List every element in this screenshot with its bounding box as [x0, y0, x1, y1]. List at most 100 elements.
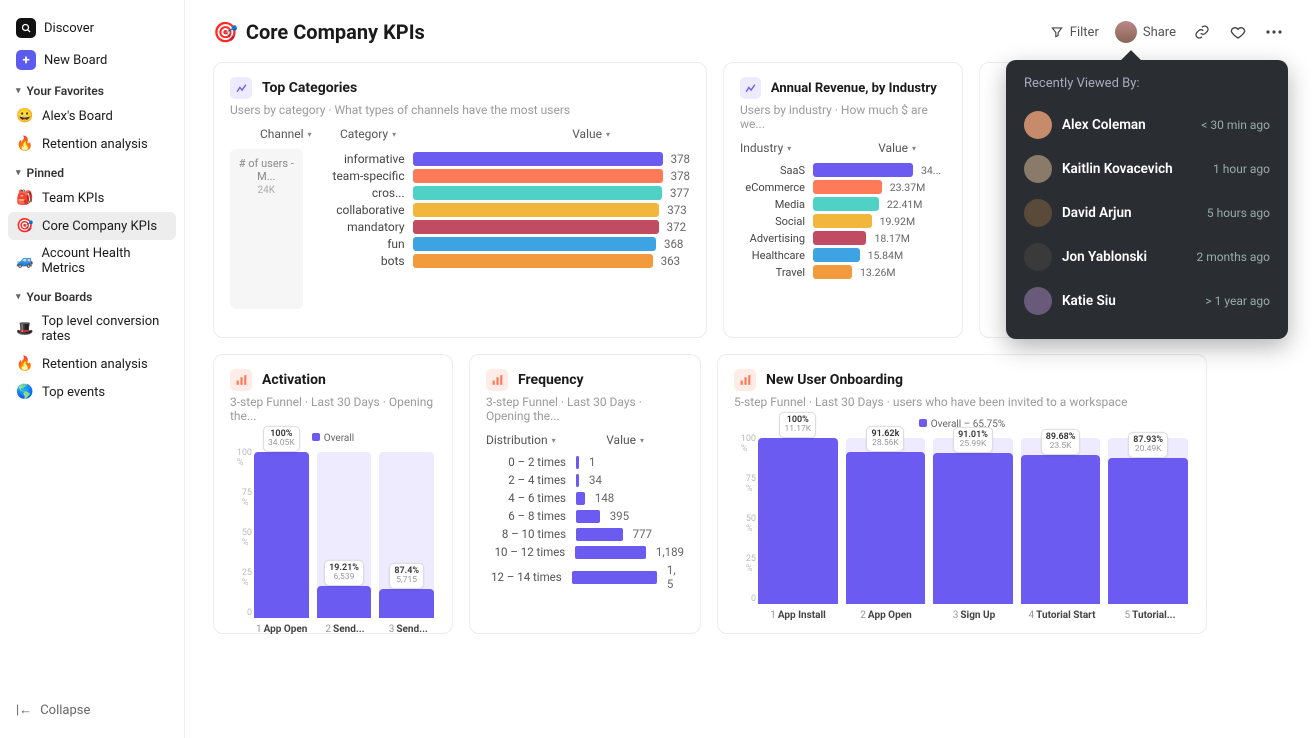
viewer-time: 1 hour ago [1213, 162, 1270, 176]
card-title: Annual Revenue, by Industry [771, 81, 946, 96]
bar-value: 34... [921, 164, 941, 177]
heart-icon[interactable] [1228, 22, 1248, 42]
bar-value: 148 [595, 491, 614, 505]
bar [576, 456, 579, 469]
funnel-bar: 91.01%25.99K [933, 438, 1013, 604]
favorites-header[interactable]: ▾Your Favorites [8, 76, 176, 102]
bar-row: 6 – 8 times395 [486, 509, 684, 523]
bar-label: mandatory [315, 220, 405, 234]
bar-value: 22.41M [887, 198, 923, 211]
plus-icon: + [16, 50, 36, 70]
item-emoji: 🌎 [16, 384, 34, 400]
title-text: Core Company KPIs [246, 20, 425, 44]
favorites-header-label: Your Favorites [27, 84, 104, 98]
col-category-label: Category [340, 127, 388, 141]
col-value[interactable]: Value▾ [572, 127, 610, 141]
col-distribution[interactable]: Distribution▾ [486, 433, 556, 447]
funnel-xlabel: 2App Open [846, 610, 926, 621]
bar [576, 474, 579, 487]
sidebar-item[interactable]: 😀Alex's Board [8, 102, 176, 130]
bar-row: team-specific378 [315, 169, 690, 183]
col-value[interactable]: Value▾ [878, 141, 916, 155]
bar-label: Social [740, 215, 805, 228]
share-button[interactable]: Share [1115, 21, 1176, 43]
bar-row: 8 – 10 times777 [486, 527, 684, 541]
sidebar-item[interactable]: 🌎 Top events [8, 378, 176, 406]
sidebar-new-board[interactable]: + New Board [8, 44, 176, 76]
chart-icon [230, 77, 252, 99]
sidebar-new-board-label: New Board [44, 53, 107, 68]
funnel-xlabel: 3Sign Up [934, 610, 1014, 621]
bar [813, 265, 852, 279]
boards-header-label: Your Boards [27, 290, 93, 304]
link-icon[interactable] [1192, 22, 1212, 42]
bar [576, 528, 623, 541]
card-title: Top Categories [262, 80, 357, 96]
funnel-xlabel: 4Tutorial Start [1022, 610, 1102, 621]
boards-header[interactable]: ▾ Your Boards [8, 282, 176, 308]
col-value[interactable]: Value▾ [606, 433, 644, 447]
col-industry[interactable]: Industry▾ [740, 141, 791, 155]
viewer-row[interactable]: David Arjun5 hours ago [1024, 191, 1270, 235]
bar-row: bots363 [315, 254, 690, 268]
viewer-row[interactable]: Kaitlin Kovacevich 1 hour ago [1024, 147, 1270, 191]
bar-label: Healthcare [740, 249, 805, 262]
bar [572, 571, 657, 584]
bar-row: 2 – 4 times 34 [486, 473, 684, 487]
bar-value: 23.37M [890, 181, 926, 194]
viewer-name: David Arjun [1062, 205, 1197, 221]
bar-label: 2 – 4 times [486, 473, 566, 487]
bar-row: 12 – 14 times1, 5 [486, 563, 684, 591]
col-channel[interactable]: Channel▾ [260, 127, 330, 141]
bar-value: 372 [667, 220, 686, 234]
collapse-label: Collapse [40, 703, 90, 718]
discover-icon [16, 18, 36, 38]
bar-label: 10 – 12 times [486, 545, 565, 559]
sidebar-item[interactable]: 🔥Retention analysis [8, 130, 176, 158]
card-frequency: Frequency 3-step Funnel · Last 30 Days ·… [469, 354, 701, 634]
chevron-down-icon: ▾ [392, 130, 396, 139]
channel-sidebox[interactable]: # of users - M... 24K [230, 149, 303, 309]
header-row: 🎯 Core Company KPIs Filter Share [213, 20, 1284, 44]
bar-value: 15.84M [868, 249, 904, 262]
page-title: 🎯 Core Company KPIs [213, 20, 425, 44]
chevron-down-icon: ▾ [16, 292, 21, 302]
sidebar-item[interactable]: 🎩Top level conversion rates [8, 308, 176, 350]
filter-button[interactable]: Filter [1050, 25, 1099, 40]
bar-value: 34 [589, 473, 602, 487]
sidebar-item[interactable]: 🔥 Retention analysis [8, 350, 176, 378]
bar-value: 19.92M [880, 215, 916, 228]
collapse-sidebar[interactable]: |← Collapse [8, 694, 176, 726]
bar-value: 13.26M [860, 266, 896, 279]
bar [413, 254, 653, 268]
sidebar-item[interactable]: 🎒Team KPIs [8, 184, 176, 212]
card-title: Activation [262, 372, 326, 388]
avatar [1024, 111, 1052, 139]
pinned-header[interactable]: ▾Pinned [8, 158, 176, 184]
bar [576, 510, 600, 523]
more-icon[interactable] [1264, 22, 1284, 42]
sidebar-item[interactable]: 🚙Account Health Metrics [8, 240, 176, 282]
card-annual-revenue: Annual Revenue, by Industry Users by ind… [723, 62, 963, 338]
sidebar-item[interactable]: 🎯Core Company KPIs [8, 212, 176, 240]
col-category[interactable]: Category ▾ [340, 127, 420, 141]
item-label: Retention analysis [42, 357, 148, 372]
viewer-row[interactable]: Jon Yablonski2 months ago [1024, 235, 1270, 279]
funnel-bar: 100%11.17K [758, 438, 838, 604]
bar-chart-icon [230, 369, 252, 391]
item-emoji: 🔥 [16, 356, 34, 372]
yaxis: 100%75%50%25%0 [230, 448, 252, 618]
item-label: Top events [42, 385, 105, 400]
viewer-name: Kaitlin Kovacevich [1062, 161, 1203, 177]
sidebar-discover[interactable]: Discover [8, 12, 176, 44]
avatar [1024, 243, 1052, 271]
bar-row: Social 19.92M [740, 214, 946, 228]
bar-value: 363 [661, 254, 680, 268]
bar [413, 203, 660, 217]
bar-chart-icon [734, 369, 756, 391]
viewer-time: 2 months ago [1196, 250, 1270, 264]
bar-value: 368 [664, 237, 683, 251]
funnel-xlabel: 2Send... [317, 624, 372, 635]
viewer-row[interactable]: Alex Coleman< 30 min ago [1024, 103, 1270, 147]
viewer-row[interactable]: Katie Siu> 1 year ago [1024, 279, 1270, 323]
